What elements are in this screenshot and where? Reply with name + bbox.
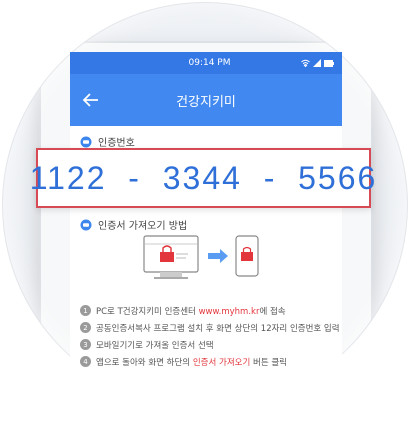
app-bar: 건강지키미 — [70, 74, 342, 126]
step-text: 앱으로 돌아와 화면 하단의 인증서 가져오기 버튼 클릭 — [96, 356, 287, 368]
site-link[interactable]: www.myhm.kr — [199, 307, 260, 317]
step-number: 4 — [80, 356, 91, 367]
arrow-right-icon — [208, 249, 228, 263]
chat-bubble-icon — [80, 219, 92, 230]
step-text: 모바일기기로 가져올 인증서 선택 — [96, 340, 214, 351]
chat-bubble-icon — [80, 136, 92, 147]
auth-code-box: 1122 - 3344 - 5566 — [30, 148, 375, 208]
list-item: 3 모바일기기로 가져올 인증서 선택 — [80, 336, 340, 353]
page-title: 건강지키미 — [176, 94, 236, 110]
status-bar: 09:14 PM — [70, 52, 342, 74]
auth-code-title: 인증번호 — [98, 138, 135, 149]
step-text: 공동인증서복사 프로그램 설치 후 화면 상단의 12자리 인증번호 입력 — [96, 323, 340, 334]
step-text-b: 버튼 클릭 — [250, 357, 287, 368]
step-text-a: PC로 T건강지키미 인증센터 — [96, 306, 199, 317]
steps-list: 1 PC로 T건강지키미 인증센터 www.myhm.kr에 접속 2 공동인증… — [80, 302, 340, 370]
phone-screen: 09:14 PM 건강지키미 인증번호 인증서 가져오기 방법 1 PC로 T건… — [70, 52, 342, 422]
method-title: 인증서 가져오기 방법 — [98, 221, 188, 232]
step-text-a: 앱으로 돌아와 화면 하단의 — [96, 357, 193, 368]
list-item: 4 앱으로 돌아와 화면 하단의 인증서 가져오기 버튼 클릭 — [80, 353, 340, 370]
status-time: 09:14 PM — [188, 58, 231, 68]
step-number: 1 — [80, 305, 91, 316]
step-text-b: 에 접속 — [259, 306, 286, 317]
import-cert-highlight: 인증서 가져오기 — [192, 357, 251, 368]
transfer-illustration — [143, 235, 259, 279]
step-number: 3 — [80, 339, 91, 350]
step-number: 2 — [80, 322, 91, 333]
list-item: 1 PC로 T건강지키미 인증센터 www.myhm.kr에 접속 — [80, 302, 340, 319]
back-arrow-icon[interactable] — [82, 91, 100, 109]
signal-icon — [313, 59, 321, 67]
status-icons — [301, 59, 334, 67]
step-text: PC로 T건강지키미 인증센터 www.myhm.kr에 접속 — [96, 305, 286, 317]
auth-code-value: 1122 - 3344 - 5566 — [29, 159, 378, 196]
wifi-icon — [301, 59, 310, 67]
battery-icon — [324, 59, 334, 67]
auth-code-section-title: 인증번호 — [80, 134, 135, 149]
smartphone-icon — [235, 235, 259, 277]
list-item: 2 공동인증서복사 프로그램 설치 후 화면 상단의 12자리 인증번호 입력 — [80, 319, 340, 336]
method-section-title: 인증서 가져오기 방법 — [80, 217, 187, 232]
